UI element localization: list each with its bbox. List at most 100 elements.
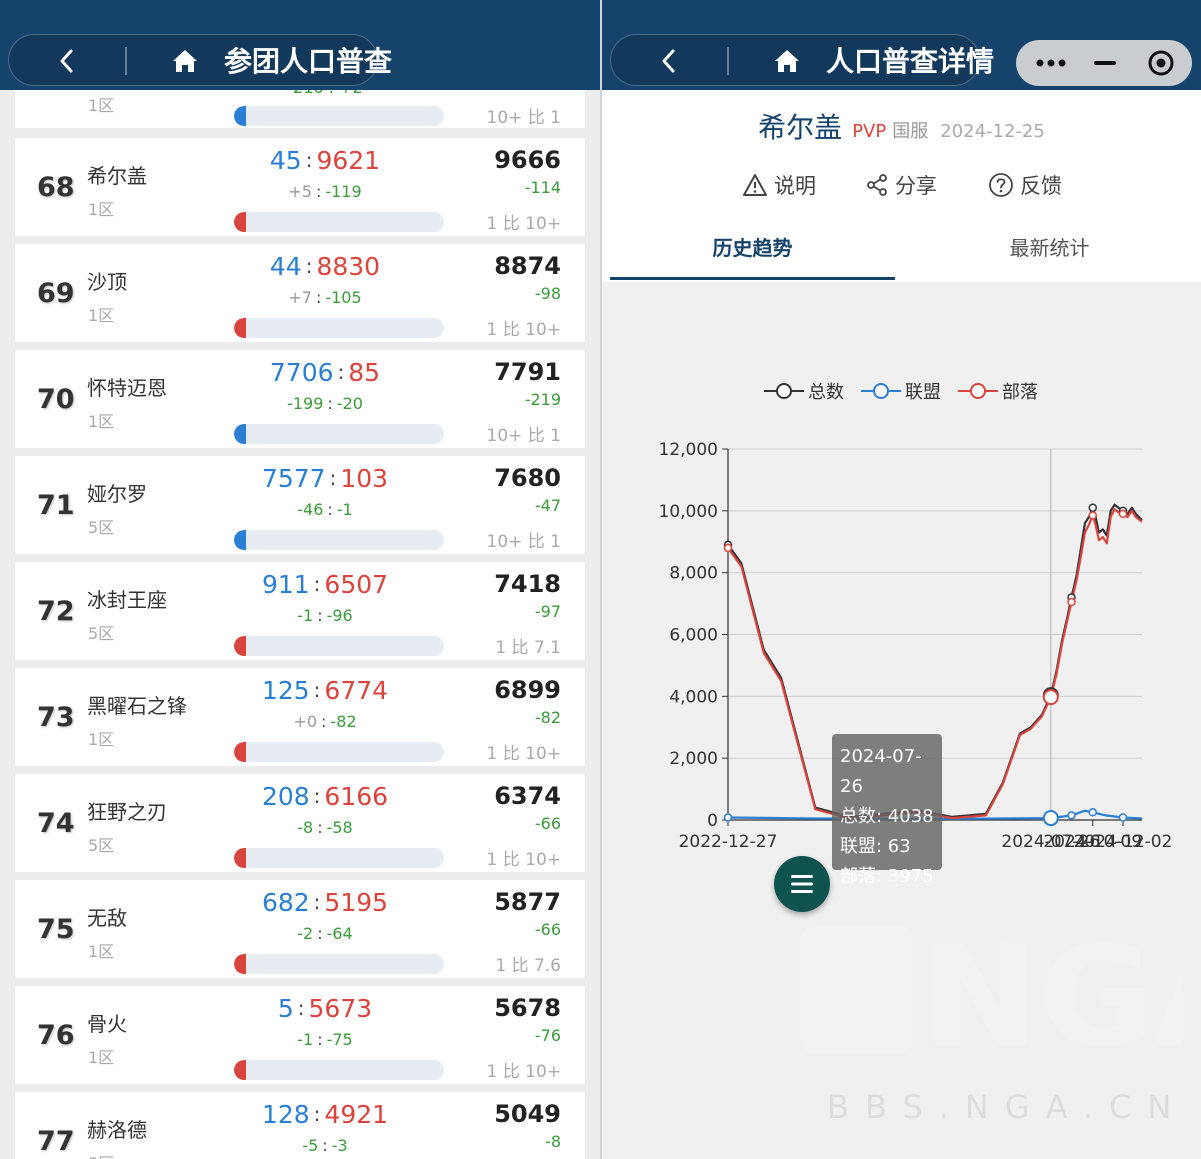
more-button[interactable] — [1026, 40, 1076, 86]
server-name: 希尔盖 — [87, 164, 147, 188]
server-zone: 1区 — [88, 200, 115, 219]
faction-population: 125:6774 — [235, 676, 415, 705]
horde-delta: -64 — [326, 924, 353, 943]
faction-ratio-bar — [234, 636, 444, 656]
server-zone: 1区 — [88, 1048, 115, 1067]
menu-fab-button[interactable] — [774, 856, 830, 912]
faction-ratio: 1 比 10+ — [486, 214, 562, 234]
server-card[interactable]: 74 狂野之刃 5区 208:6166 -8: -58 6374 -66 1 比 10+ — [15, 774, 585, 872]
data-point — [1088, 503, 1098, 512]
faction-ratio-bar-fill — [234, 424, 246, 444]
colon-separator: : — [305, 148, 313, 172]
faction-ratio: 1 比 10+ — [486, 1062, 562, 1082]
server-card[interactable]: 70 怀特迈恩 1区 7706:85 -199: -20 7791 -219 10+ 比 1 — [15, 350, 585, 448]
colon-separator: : — [313, 1102, 321, 1126]
back-button[interactable] — [649, 41, 689, 81]
faction-population: 911:6507 — [235, 570, 415, 599]
alliance-delta: -46 — [297, 500, 324, 519]
server-card[interactable]: 69 沙顶 1区 44:8830 +7: -105 8874 -98 1 比 10+ — [15, 244, 585, 342]
total-population: 7418 — [494, 570, 561, 598]
total-delta: -76 — [534, 1026, 561, 1045]
colon-separator: : — [313, 784, 321, 808]
server-name: 赫洛德 — [87, 1118, 147, 1142]
alliance-delta: +5 — [288, 182, 312, 201]
server-card[interactable]: 75 无敌 1区 682:5195 -2: -64 5877 -66 1 比 7.6 — [15, 880, 585, 978]
server-zone: 5区 — [88, 1150, 114, 1159]
faction-population: 128:4921 — [235, 1100, 415, 1129]
horde-delta: -96 — [326, 606, 353, 625]
alliance-delta: -1 — [297, 1030, 314, 1049]
faction-ratio-bar-fill — [234, 530, 246, 550]
server-card[interactable]: 68 希尔盖 1区 45:9621 +5: -119 9666 -114 1 比 10+ — [15, 138, 585, 236]
total-population: 8874 — [494, 252, 561, 280]
highlight-point — [1042, 689, 1059, 706]
back-button[interactable] — [47, 41, 87, 81]
close-miniprogram-button[interactable] — [1136, 40, 1186, 86]
total-population: 5049 — [494, 1100, 561, 1128]
colon-separator: : — [317, 818, 323, 837]
nav-separator — [125, 47, 127, 75]
server-card[interactable]: 76 骨火 1区 5:5673 -1: -75 5678 -76 1 比 10+ — [15, 986, 585, 1084]
faction-ratio-bar-fill — [234, 848, 246, 868]
page-title: 人口普查详情 — [826, 45, 995, 78]
alliance-count: 7577 — [261, 464, 326, 493]
faction-population: 7577:103 — [235, 464, 415, 493]
faction-ratio: 1 比 10+ — [486, 744, 562, 764]
faction-population: 5:5673 — [235, 994, 415, 1023]
faction-ratio: 1 比 10+ — [486, 320, 562, 340]
horde-count: 4921 — [324, 1100, 389, 1129]
total-delta: -82 — [534, 708, 561, 727]
data-point — [1088, 808, 1098, 817]
faction-delta: -199: -20 — [235, 394, 415, 413]
horde-delta: -105 — [325, 288, 362, 307]
alliance-count: 682 — [261, 888, 310, 917]
data-point — [1067, 811, 1076, 820]
server-card[interactable]: 73 黑曜石之锋 1区 125:6774 +0: -82 6899 -82 1 比 10+ — [15, 668, 585, 766]
faction-delta: +7: -105 — [235, 288, 415, 307]
faction-ratio-bar — [234, 318, 444, 338]
faction-ratio: 10+ 比 1 — [486, 108, 562, 128]
faction-ratio: 10+ 比 1 — [486, 426, 562, 446]
colon-separator: : — [313, 572, 321, 596]
faction-ratio-bar-fill — [234, 636, 246, 656]
horde-delta: -58 — [326, 818, 353, 837]
horde-delta: -1 — [336, 500, 353, 519]
faction-population: 7706:85 — [235, 358, 415, 387]
total-delta: -98 — [534, 284, 561, 303]
home-button[interactable] — [767, 41, 807, 81]
horde-count: 9621 — [316, 146, 381, 175]
faction-ratio-bar — [234, 106, 444, 126]
home-button[interactable] — [165, 41, 205, 81]
server-zone: 1区 — [88, 730, 115, 749]
faction-ratio-bar — [234, 848, 444, 868]
minimize-button[interactable] — [1080, 40, 1130, 86]
server-zone: 5区 — [88, 624, 115, 643]
tooltip-total: 总数: 4038 — [840, 806, 934, 827]
nav-bar: 参团人口普查 — [0, 0, 600, 90]
faction-ratio-bar-fill — [234, 1060, 246, 1080]
colon-separator: : — [322, 1136, 328, 1155]
colon-separator: : — [315, 182, 322, 201]
colon-separator: : — [317, 606, 323, 625]
horde-count: 6774 — [324, 676, 389, 705]
server-card[interactable]: 71 娅尔罗 5区 7577:103 -46: -1 7680 -47 10+ 比 1 — [15, 456, 585, 554]
server-card[interactable]: 77赫洛德5区128:4921-5:-35049-8 — [15, 1092, 585, 1159]
colon-separator: : — [337, 360, 345, 384]
horde-delta: -20 — [336, 394, 363, 413]
server-name: 冰封王座 — [87, 588, 167, 612]
server-card[interactable]: 72 冰封王座 5区 911:6507 -1: -96 7418 -97 1 比 7.1 — [15, 562, 585, 660]
faction-ratio-bar — [234, 424, 444, 444]
alliance-delta: -1 — [297, 606, 314, 625]
svg-text:NGA: NGA — [922, 916, 1182, 1065]
server-rank: 72 — [37, 596, 75, 627]
nav-bar: 人口普查详情 — [602, 0, 1201, 90]
horde-delta: -3 — [331, 1136, 348, 1155]
faction-delta: +0: -82 — [235, 712, 415, 731]
server-rank: 77 — [37, 1126, 75, 1157]
total-delta: -66 — [534, 814, 561, 833]
colon-separator: : — [313, 678, 321, 702]
total-delta: -8 — [545, 1132, 561, 1151]
alliance-delta: +0 — [293, 712, 318, 731]
faction-delta: -1: -96 — [235, 606, 415, 625]
colon-separator: : — [321, 712, 327, 731]
